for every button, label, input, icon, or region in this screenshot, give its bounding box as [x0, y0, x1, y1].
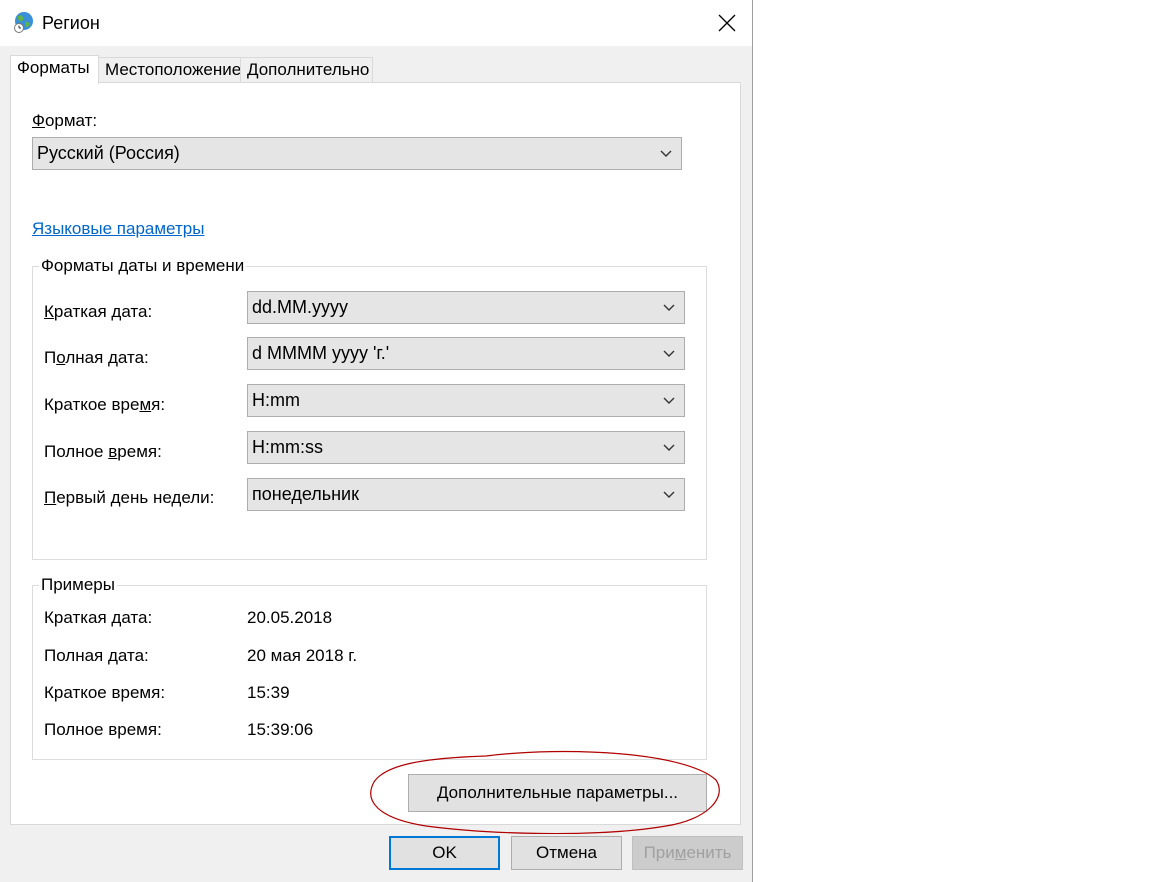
language-settings-link[interactable]: Языковые параметры	[32, 219, 204, 239]
chevron-down-icon	[663, 491, 675, 498]
formats-panel: Формат: Русский (Россия) Языковые параме…	[10, 82, 741, 825]
format-select-value: Русский (Россия)	[37, 143, 180, 163]
example-label: Краткая дата:	[44, 608, 153, 627]
short-date-value: dd.MM.yyyy	[252, 297, 349, 317]
chevron-down-icon	[660, 150, 672, 157]
close-icon	[718, 14, 736, 32]
tab-formats[interactable]: Форматы	[10, 55, 99, 84]
example-label: Полная дата:	[44, 646, 149, 665]
region-dialog: Регион Форматы Местоположение Дополнител…	[0, 0, 753, 882]
first-day-value: понедельник	[252, 484, 359, 504]
examples-group-title: Примеры	[39, 575, 117, 595]
datetime-group-title: Форматы даты и времени	[39, 256, 247, 276]
tab-advanced[interactable]: Дополнительно	[240, 57, 373, 83]
additional-settings-button[interactable]: Дополнительные параметры...	[408, 774, 707, 812]
example-value: 15:39:06	[247, 720, 314, 739]
long-time-label: Полное время:	[44, 442, 162, 461]
short-time-value: H:mm	[252, 390, 300, 410]
long-date-value: d MMMM yyyy 'г.'	[252, 343, 390, 363]
example-value: 20.05.2018	[247, 608, 333, 627]
ok-button[interactable]: OK	[389, 836, 500, 870]
apply-button[interactable]: Применить	[632, 836, 743, 870]
window-title: Регион	[42, 13, 100, 33]
first-day-select[interactable]: понедельник	[247, 478, 685, 511]
long-time-select[interactable]: H:mm:ss	[247, 431, 685, 464]
short-date-label: Краткая дата:	[44, 302, 153, 321]
long-date-select[interactable]: d MMMM yyyy 'г.'	[247, 337, 685, 370]
format-select[interactable]: Русский (Россия)	[32, 137, 682, 170]
tab-location[interactable]: Местоположение	[98, 57, 241, 83]
examples-group: Примеры Краткая дата: 20.05.2018 Полная …	[32, 575, 707, 760]
long-time-value: H:mm:ss	[252, 437, 323, 457]
chevron-down-icon	[663, 304, 675, 311]
chevron-down-icon	[663, 397, 675, 404]
example-value: 20 мая 2018 г.	[247, 646, 358, 665]
chevron-down-icon	[663, 444, 675, 451]
short-time-select[interactable]: H:mm	[247, 384, 685, 417]
first-day-label: Первый день недели:	[44, 488, 215, 507]
globe-clock-icon	[14, 12, 33, 33]
format-label: Формат:	[32, 111, 98, 130]
title-bar: Регион	[0, 0, 752, 46]
close-button[interactable]	[702, 0, 752, 46]
datetime-formats-group: Форматы даты и времени Краткая дата: dd.…	[32, 256, 707, 560]
example-value: 15:39	[247, 683, 290, 702]
chevron-down-icon	[663, 350, 675, 357]
example-label: Полное время:	[44, 720, 162, 739]
short-time-label: Краткое время:	[44, 395, 166, 414]
short-date-select[interactable]: dd.MM.yyyy	[247, 291, 685, 324]
long-date-label: Полная дата:	[44, 348, 149, 367]
cancel-button[interactable]: Отмена	[511, 836, 622, 870]
example-label: Краткое время:	[44, 683, 166, 702]
